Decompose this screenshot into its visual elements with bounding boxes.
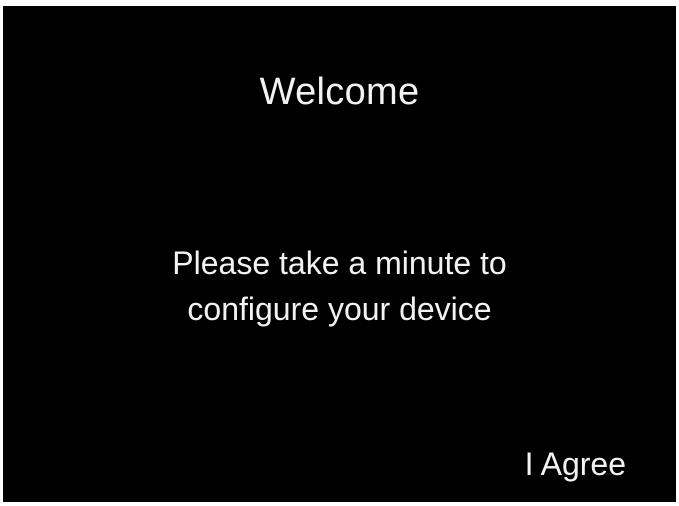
welcome-title: Welcome	[259, 71, 420, 113]
configure-message: Please take a minute to configure your d…	[3, 240, 676, 332]
agree-button[interactable]: I Agree	[525, 442, 626, 486]
message-line-2: configure your device	[187, 291, 492, 327]
message-line-1: Please take a minute to	[172, 245, 507, 281]
welcome-screen: Welcome Please take a minute to configur…	[3, 6, 676, 502]
